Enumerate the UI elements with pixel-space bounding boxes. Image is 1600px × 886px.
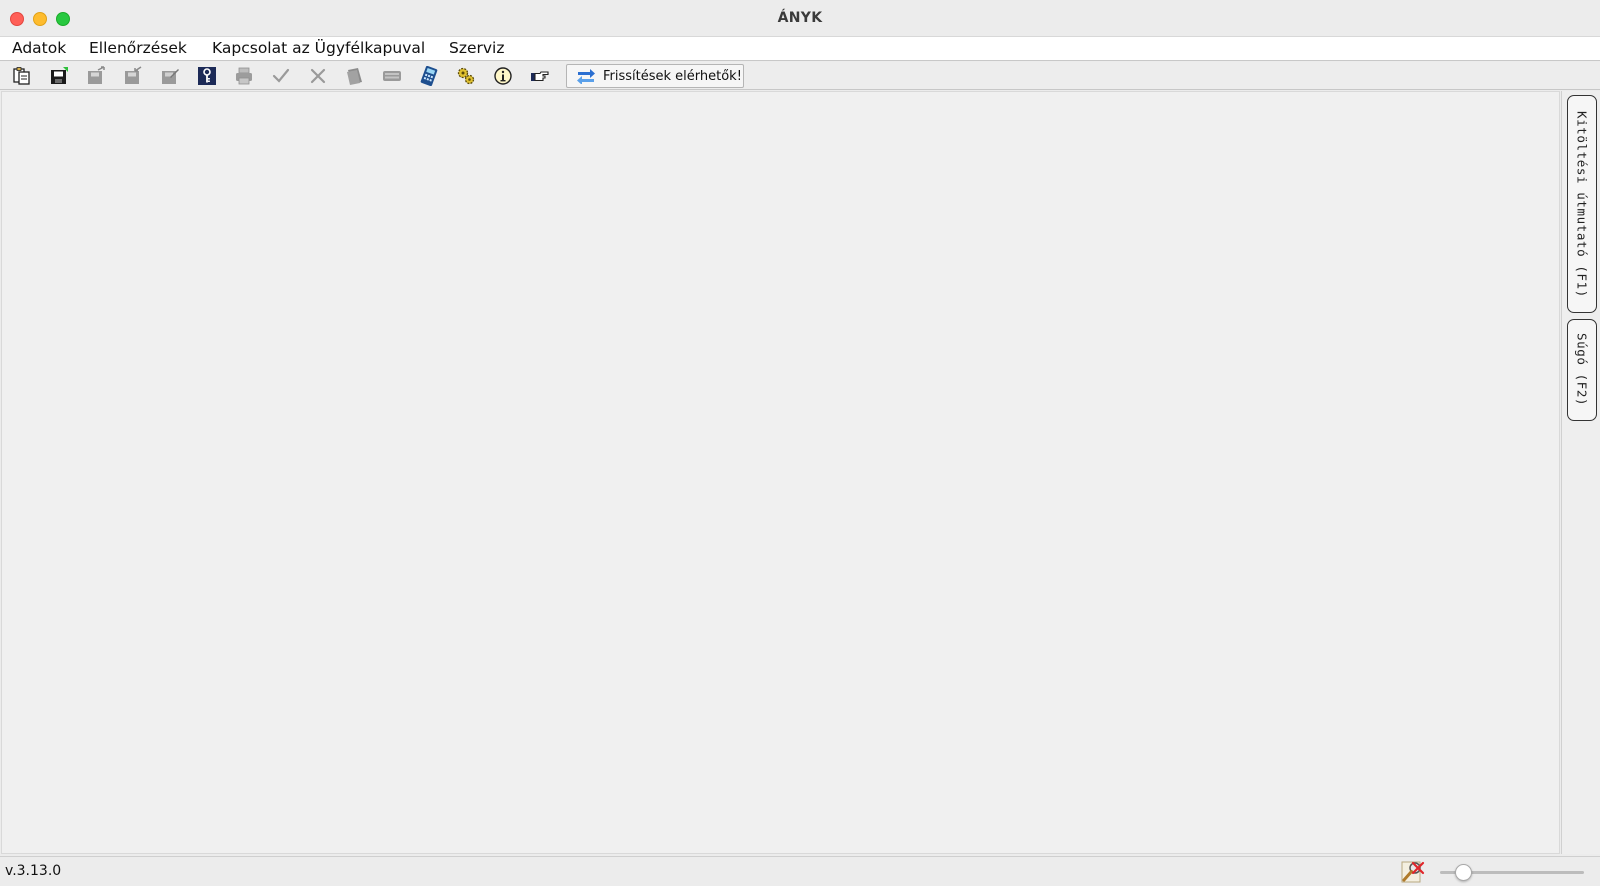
tab-kitoltesi-utmutato-label: Kitöltési útmutató (F1) [1574, 110, 1590, 298]
document-stack-icon [347, 68, 362, 85]
export-button[interactable] [85, 65, 107, 87]
updates-available-button[interactable]: Frissítések elérhetők! [566, 64, 744, 88]
info-icon [494, 67, 512, 85]
updates-available-label: Frissítések elérhetők! [603, 68, 742, 84]
cross-icon [310, 68, 326, 84]
check-icon [272, 68, 290, 83]
menu-bar: Adatok Ellenőrzések Kapcsolat az Ügyfélk… [0, 37, 1600, 61]
save-button[interactable] [48, 65, 70, 87]
keyboard-icon [383, 71, 401, 81]
edit-form-icon [162, 69, 179, 84]
calculator-icon [420, 66, 438, 86]
menu-adatok[interactable]: Adatok [12, 39, 66, 57]
check-button[interactable] [270, 65, 292, 87]
import-button[interactable] [122, 65, 144, 87]
title-bar: ÁNYK [0, 0, 1600, 37]
info-button[interactable] [492, 65, 514, 87]
settings-button[interactable] [455, 65, 477, 87]
import-icon [125, 66, 142, 84]
gears-icon [457, 67, 475, 85]
status-bar: v.3.13.0 [0, 856, 1600, 886]
document-stack-button[interactable] [344, 65, 366, 87]
menu-kapcsolat-ugyfelkapu[interactable]: Kapcsolat az Ügyfélkapuval [212, 39, 425, 57]
side-panel: Kitöltési útmutató (F1) Súgó (F2) [1561, 91, 1600, 854]
tab-kitoltesi-utmutato[interactable]: Kitöltési útmutató (F1) [1567, 95, 1597, 313]
menu-szerviz[interactable]: Szerviz [449, 39, 505, 57]
search-tool-button[interactable] [1400, 859, 1426, 885]
magnifier-disabled-icon [1401, 861, 1425, 883]
form-workspace [1, 91, 1560, 854]
application-window: ÁNYK Adatok Ellenőrzések Kapcsolat az Üg… [0, 0, 1600, 886]
zoom-slider[interactable] [1440, 864, 1584, 881]
copy-documents-button[interactable] [11, 65, 33, 87]
print-button[interactable] [233, 65, 255, 87]
menu-ellenorzesek[interactable]: Ellenőrzések [89, 39, 187, 57]
copy-documents-icon [13, 67, 30, 85]
pointing-hand-icon [531, 71, 549, 82]
tab-sugo-label: Súgó (F2) [1574, 333, 1590, 407]
window-title: ÁNYK [777, 10, 823, 26]
refresh-arrows-icon [577, 69, 595, 84]
save-icon [51, 67, 68, 84]
print-icon [236, 67, 252, 85]
edit-form-button[interactable] [159, 65, 181, 87]
tab-sugo[interactable]: Súgó (F2) [1567, 319, 1597, 421]
pointing-hand-button[interactable] [529, 65, 551, 87]
calculator-button[interactable] [418, 65, 440, 87]
zoom-slider-thumb[interactable] [1455, 864, 1472, 881]
toolbar: Frissítések elérhetők! [0, 62, 1600, 90]
export-icon [88, 66, 105, 84]
key-icon [198, 67, 216, 85]
keyboard-button[interactable] [381, 65, 403, 87]
version-label: v.3.13.0 [5, 863, 62, 879]
key-button[interactable] [196, 65, 218, 87]
delete-button[interactable] [307, 65, 329, 87]
